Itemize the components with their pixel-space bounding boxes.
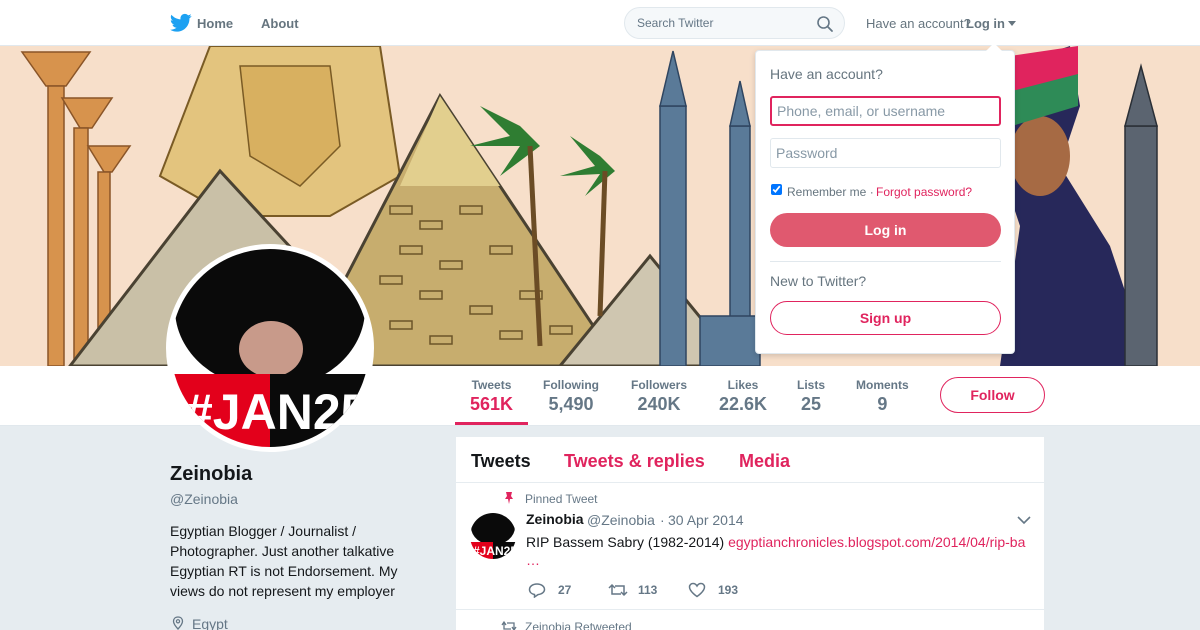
stat-likes[interactable]: Likes 22.6K <box>719 378 767 415</box>
stat-moments[interactable]: Moments 9 <box>856 378 909 415</box>
stat-label: Following <box>543 378 599 392</box>
login-link[interactable]: Log in <box>966 16 1005 31</box>
stat-label: Followers <box>631 378 688 392</box>
login-dropdown: Have an account? Remember me · Forgot pa… <box>755 43 1015 354</box>
stat-value: 561K <box>470 394 514 414</box>
tweet-date[interactable]: 30 Apr 2014 <box>668 512 744 528</box>
tweet-separator: · <box>660 512 665 528</box>
tweet-avatar[interactable]: #JAN25 <box>470 513 516 559</box>
profile-avatar[interactable]: #JAN25 <box>166 244 374 452</box>
top-nav: Home About Search Twitter Have an accoun… <box>0 0 1200 46</box>
tab-media[interactable]: Media <box>739 451 790 472</box>
stat-following[interactable]: Following 5,490 <box>543 378 599 415</box>
stat-followers[interactable]: Followers 240K <box>631 378 687 415</box>
stat-tweets[interactable]: Tweets 561K <box>470 378 513 415</box>
search-box[interactable]: Search Twitter <box>624 7 845 39</box>
twitter-bird-icon[interactable] <box>170 13 192 33</box>
password-field[interactable] <box>770 138 1001 168</box>
caret-down-icon[interactable] <box>1008 21 1016 26</box>
retweet-count: 113 <box>638 583 658 597</box>
remember-me-label[interactable]: Remember me · <box>787 185 874 199</box>
reply-icon[interactable] <box>528 582 546 598</box>
tab-tweets-and-replies[interactable]: Tweets & replies <box>564 451 705 472</box>
nav-about-link[interactable]: About <box>261 16 299 31</box>
signup-button[interactable]: Sign up <box>770 301 1001 335</box>
stat-label: Likes <box>727 378 759 392</box>
pin-icon <box>505 492 513 504</box>
profile-handle[interactable]: @Zeinobia <box>170 491 238 507</box>
profile-name[interactable]: Zeinobia <box>170 463 252 486</box>
tweet-author-handle[interactable]: @Zeinobia <box>587 512 655 528</box>
reply-count: 27 <box>558 583 572 597</box>
stat-label: Lists <box>797 378 826 392</box>
retweeted-label[interactable]: Zeinobia Retweeted <box>525 620 632 630</box>
dropdown-arrow <box>986 43 1002 51</box>
remember-me-checkbox[interactable] <box>771 184 782 195</box>
like-count: 193 <box>718 583 739 597</box>
stat-value: 240K <box>637 394 681 414</box>
avatar-text: #JAN25 <box>185 384 368 440</box>
new-to-twitter-label: New to Twitter? <box>770 273 867 289</box>
tweet-link[interactable]: egyptianchronicles.blogspot.com/2014/04/… <box>728 534 1025 550</box>
tweet-divider <box>456 609 1044 610</box>
profile-location: Egypt <box>192 616 228 630</box>
timeline: Tweets Tweets & replies Media Pinned Twe… <box>456 437 1044 630</box>
follow-button[interactable]: Follow <box>940 377 1045 413</box>
username-field[interactable] <box>770 96 1001 126</box>
timeline-tabs: Tweets Tweets & replies Media <box>456 437 1044 483</box>
have-account-text: Have an account? <box>866 16 971 31</box>
nav-home-link[interactable]: Home <box>197 16 233 31</box>
active-stat-underline <box>455 422 528 425</box>
chevron-down-icon[interactable] <box>1017 515 1031 525</box>
tweet-text: RIP Bassem Sabry (1982-2014) egyptianchr… <box>526 532 1031 552</box>
search-icon[interactable] <box>816 15 834 33</box>
retweeted-icon <box>501 620 517 630</box>
search-input[interactable]: Search Twitter <box>637 16 713 30</box>
stat-lists[interactable]: Lists 25 <box>797 378 825 415</box>
profile-bio: Egyptian Blogger / Journalist / Photogra… <box>170 523 398 599</box>
tweet-avatar-image: #JAN25 <box>470 513 516 559</box>
stat-label: Tweets <box>471 378 512 392</box>
stat-label: Moments <box>856 378 909 392</box>
stat-value: 25 <box>800 394 822 414</box>
stat-value: 5,490 <box>548 394 594 414</box>
pinned-tweet-label: Pinned Tweet <box>525 492 598 506</box>
heart-icon[interactable] <box>688 582 706 598</box>
dropdown-title: Have an account? <box>770 66 883 82</box>
forgot-password-link[interactable]: Forgot password? <box>876 185 972 199</box>
tweet-body: RIP Bassem Sabry (1982-2014) <box>526 534 729 550</box>
stat-value: 22.6K <box>719 394 768 414</box>
tweet-author-name[interactable]: Zeinobia <box>526 511 584 527</box>
login-button[interactable]: Log in <box>770 213 1001 247</box>
tweet-ellipsis[interactable]: … <box>526 552 540 568</box>
avatar-image: #JAN25 <box>171 249 369 447</box>
dropdown-divider <box>770 261 1001 262</box>
retweet-icon[interactable] <box>608 582 628 598</box>
location-pin-icon <box>172 616 184 630</box>
tweet-avatar-text: #JAN25 <box>473 544 516 558</box>
stat-value: 9 <box>877 394 888 414</box>
tab-tweets[interactable]: Tweets <box>471 451 531 472</box>
